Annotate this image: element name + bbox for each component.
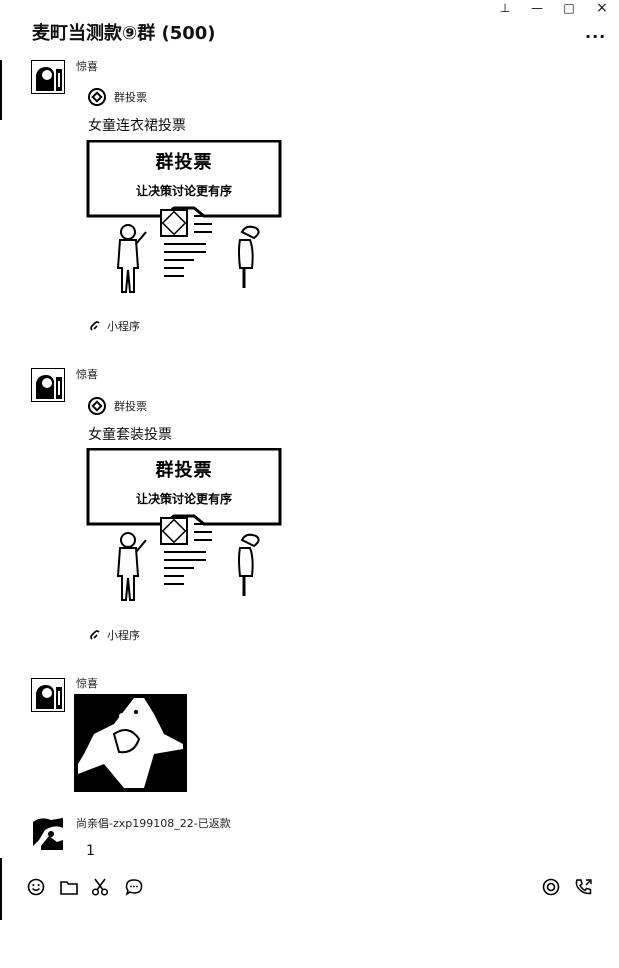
- avatar[interactable]: [31, 678, 65, 712]
- screenshot-button[interactable]: [90, 877, 110, 897]
- mini-program-footer: 小程序: [89, 318, 140, 334]
- close-icon: ×: [596, 0, 608, 16]
- sender-name: 惊喜: [76, 368, 98, 381]
- mini-program-card-image[interactable]: 群投票 让决策讨论更有序: [86, 447, 282, 604]
- banner-heading: 群投票: [155, 460, 213, 481]
- call-button[interactable]: [574, 877, 594, 897]
- folder-icon: [60, 881, 78, 895]
- avatar-image-icon: [32, 61, 64, 93]
- mini-program-card-image[interactable]: 群投票 让决策讨论更有序: [86, 139, 282, 296]
- sender-name: 尚亲倡-zxp199108_22-已返款: [76, 817, 231, 830]
- maximize-button[interactable]: □: [554, 0, 584, 16]
- mini-program-footer-label: 小程序: [107, 629, 140, 642]
- chat-image[interactable]: [74, 694, 187, 792]
- file-button[interactable]: [59, 877, 79, 897]
- live-icon: [542, 878, 560, 896]
- mini-program-footer: 小程序: [89, 627, 140, 643]
- mini-program-source: 群投票: [114, 91, 147, 104]
- mini-program-header: 群投票: [88, 397, 147, 415]
- mini-program-link-icon: [90, 630, 100, 640]
- maximize-icon: □: [563, 1, 575, 15]
- emoji-icon: [27, 878, 45, 896]
- mini-program-header: 群投票: [88, 88, 147, 106]
- more-options-button[interactable]: ...: [585, 25, 609, 41]
- scissors-icon: [91, 878, 109, 896]
- mini-program-logo-icon: [88, 88, 106, 106]
- call-icon: [575, 879, 592, 895]
- mini-program-logo-icon: [88, 397, 106, 415]
- mini-program-link-icon: [90, 321, 100, 331]
- avatar[interactable]: [31, 816, 65, 850]
- live-button[interactable]: [541, 877, 561, 897]
- banner-subheading: 让决策讨论更有序: [135, 492, 232, 506]
- avatar[interactable]: [31, 368, 65, 402]
- pin-icon: ⊥: [499, 1, 511, 15]
- banner-heading: 群投票: [155, 152, 213, 173]
- sender-name: 惊喜: [76, 60, 98, 73]
- avatar-image-icon: [31, 816, 65, 850]
- avatar-image-icon: [32, 369, 64, 401]
- banner-subheading: 让决策讨论更有序: [135, 184, 232, 198]
- input-indicator: [0, 858, 2, 920]
- mini-program-title[interactable]: 女童连衣裙投票: [88, 115, 186, 135]
- scroll-indicator: [0, 60, 2, 120]
- close-button[interactable]: ×: [587, 0, 617, 16]
- avatar[interactable]: [31, 60, 65, 94]
- chat-history-button[interactable]: [124, 877, 144, 897]
- sender-name: 惊喜: [76, 677, 98, 690]
- photo-thumbnail-icon: [74, 694, 187, 792]
- minimize-icon: —: [531, 1, 543, 15]
- mini-program-footer-label: 小程序: [107, 320, 140, 333]
- chat-bubble-icon: [125, 879, 143, 896]
- chat-title: 麦町当测款⑨群 (500): [32, 23, 216, 44]
- minimize-button[interactable]: —: [522, 0, 552, 16]
- mini-program-title[interactable]: 女童套装投票: [88, 424, 172, 444]
- more-icon: ...: [585, 23, 607, 42]
- emoji-button[interactable]: [26, 877, 46, 897]
- avatar-image-icon: [32, 679, 64, 711]
- message-text: 1: [86, 843, 95, 859]
- pin-button[interactable]: ⊥: [490, 0, 520, 16]
- mini-program-source: 群投票: [114, 400, 147, 413]
